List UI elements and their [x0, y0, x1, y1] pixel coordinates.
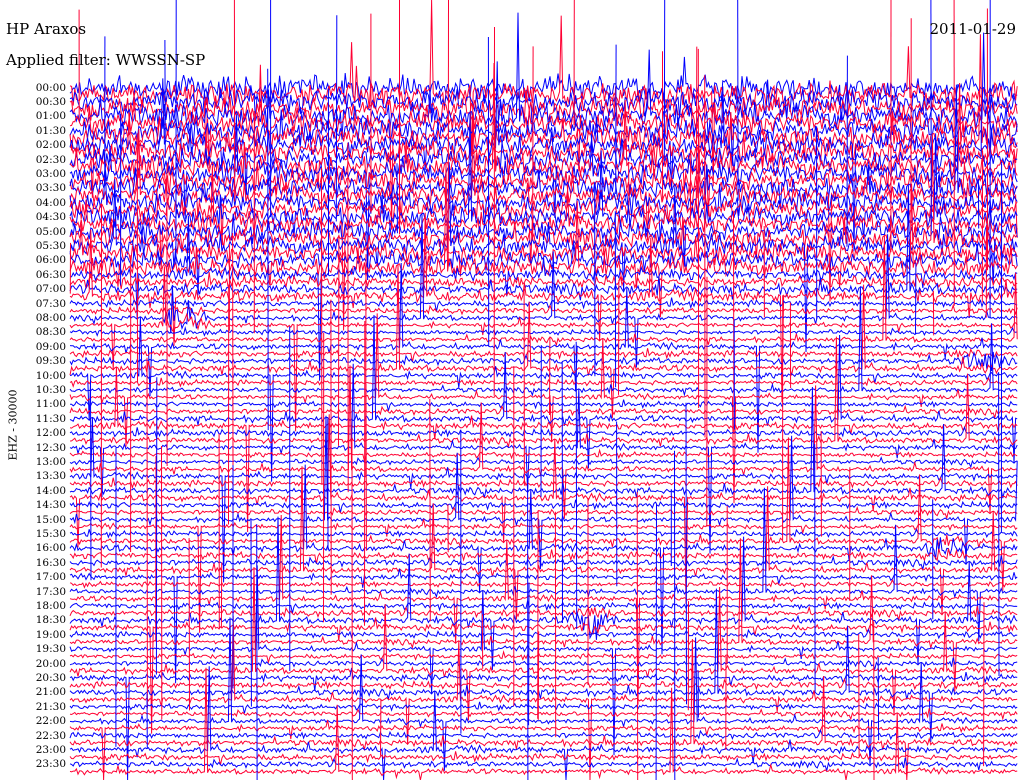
time-tick-label: 14:30 [35, 499, 66, 512]
time-tick-label: 08:30 [35, 326, 66, 339]
trace-line [69, 464, 1018, 655]
time-tick-label: 06:00 [35, 254, 66, 267]
time-tick-label: 16:00 [35, 542, 66, 555]
trace-line [69, 316, 1018, 482]
time-tick-label: 01:30 [35, 124, 66, 137]
time-tick-label: 12:00 [35, 427, 66, 440]
time-tick-label: 03:00 [35, 167, 66, 180]
trace-line [69, 649, 1018, 665]
trace-line [69, 701, 1018, 714]
time-tick-label: 22:00 [35, 715, 66, 728]
spike-mark [575, 341, 578, 630]
trace-line [69, 708, 1018, 721]
time-tick-label: 14:00 [35, 484, 66, 497]
time-tick-label: 21:30 [35, 700, 66, 713]
time-tick-label: 09:30 [35, 355, 66, 368]
time-tick-label: 21:00 [35, 686, 66, 699]
trace-line [69, 425, 1018, 439]
spike-mark [636, 491, 639, 780]
trace-line [69, 476, 1018, 490]
time-tick-label: 19:30 [35, 643, 66, 656]
trace-line [69, 615, 1018, 780]
trace-line [69, 757, 1018, 773]
trace-line [69, 303, 1018, 317]
time-tick-label: 16:30 [35, 556, 66, 569]
time-tick-label: 22:30 [35, 729, 66, 742]
time-tick-label: 06:30 [35, 268, 66, 281]
time-tick-label: 10:30 [35, 383, 66, 396]
trace-line [69, 578, 1018, 589]
spike-mark [335, 15, 338, 222]
time-tick-label: 18:30 [35, 614, 66, 627]
time-tick-label: 23:30 [35, 758, 66, 771]
time-tick-label: 13:00 [35, 455, 66, 468]
time-tick-label: 02:30 [35, 153, 66, 166]
time-tick-label: 17:00 [35, 571, 66, 584]
time-tick-label: 07:30 [35, 297, 66, 310]
trace-line [69, 555, 1018, 572]
trace-line [69, 213, 1018, 245]
spike-mark [267, 68, 269, 431]
trace-line [69, 325, 1018, 337]
trace-line [69, 456, 1018, 469]
trace-line [69, 600, 1018, 614]
filter-label: Applied filter: WWSSN-SP [6, 51, 206, 69]
time-tick-label: 19:00 [35, 628, 66, 641]
time-tick-label: 20:30 [35, 671, 66, 684]
station-title: HP Araxos [6, 20, 87, 38]
time-tick-label: 15:30 [35, 527, 66, 540]
trace-line [69, 506, 1018, 520]
trace-line [69, 499, 1018, 513]
trace-line [69, 628, 1018, 640]
trace-line [69, 677, 1018, 691]
date-label: 2011-01-29 [929, 20, 1016, 38]
time-tick-label: 08:00 [35, 311, 66, 324]
time-tick-label: 00:30 [35, 95, 66, 108]
trace-line [69, 728, 1018, 741]
time-tick-label: 15:00 [35, 513, 66, 526]
trace-line [69, 417, 1018, 583]
spike-mark [685, 402, 687, 705]
trace-line [69, 212, 1018, 403]
time-tick-label: 09:00 [35, 340, 66, 353]
time-tick-label: 17:30 [35, 585, 66, 598]
spike-mark [689, 150, 692, 228]
helicorder-plot [69, 0, 1018, 780]
spike-mark [695, 46, 698, 203]
time-tick-label: 18:00 [35, 599, 66, 612]
trace-line [69, 528, 1018, 539]
spike-mark [429, 398, 431, 622]
time-tick-label: 23:00 [35, 743, 66, 756]
trace-line [69, 448, 1018, 463]
time-tick-label: 13:30 [35, 470, 66, 483]
time-tick-label: 05:00 [35, 225, 66, 238]
trace-line [69, 313, 1018, 504]
time-tick-label: 04:30 [35, 211, 66, 224]
time-tick-label: 20:00 [35, 657, 66, 670]
time-tick-label: 00:00 [35, 81, 66, 94]
time-tick-label: 11:30 [35, 412, 66, 425]
trace-line [70, 215, 1018, 381]
time-tick-label: 01:00 [35, 110, 66, 123]
time-tick-label: 03:30 [35, 182, 66, 195]
time-tick-label: 12:30 [35, 441, 66, 454]
trace-line [69, 751, 1018, 766]
time-tick-label: 10:00 [35, 369, 66, 382]
time-tick-label: 05:30 [35, 239, 66, 252]
trace-line [69, 657, 1018, 671]
trace-line [69, 437, 1018, 591]
time-tick-label: 04:00 [35, 196, 66, 209]
trace-line [69, 565, 1018, 756]
spike-mark [90, 379, 92, 581]
time-tick-label: 02:00 [35, 139, 66, 152]
trace-line [70, 399, 1018, 411]
time-tick-label: 11:00 [35, 398, 66, 411]
time-tick-label: 07:00 [35, 283, 66, 296]
